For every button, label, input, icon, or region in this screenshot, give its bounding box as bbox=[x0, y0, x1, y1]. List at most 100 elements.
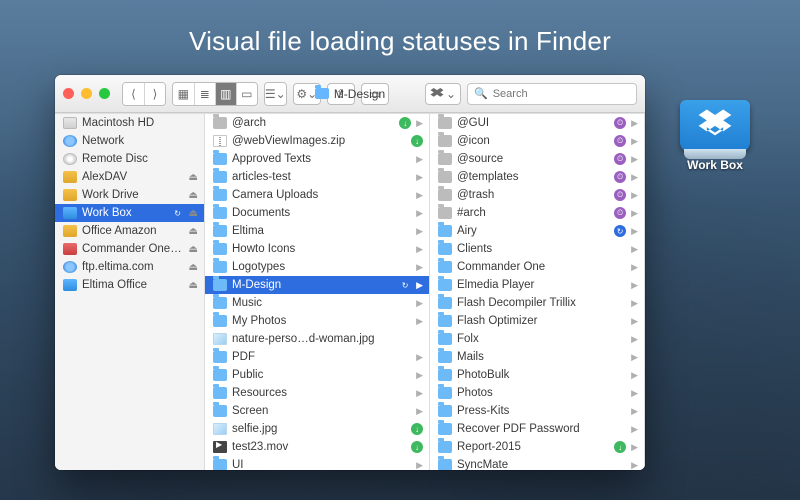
col1-item[interactable]: Eltima ▶ bbox=[205, 222, 429, 240]
view-list[interactable]: ≣ bbox=[194, 83, 215, 105]
search-input[interactable] bbox=[493, 88, 635, 100]
col1-item[interactable]: M-Design ↻ ▶ bbox=[205, 276, 429, 294]
col2-item[interactable]: @icon ⏲ ▶ bbox=[430, 132, 644, 150]
file-column-1: @arch ↓ ▶ @webViewImages.zip ↓ Approved … bbox=[205, 114, 430, 470]
minimize-icon[interactable] bbox=[81, 88, 92, 99]
view-switcher[interactable]: ▦ ≣ ▥ ▭ bbox=[172, 82, 258, 106]
sidebar-item-macintosh-hd[interactable]: Macintosh HD bbox=[55, 114, 204, 132]
col2-item[interactable]: Folx ▶ bbox=[430, 330, 644, 348]
sidebar-item-network[interactable]: Network bbox=[55, 132, 204, 150]
chevron-right-icon: ▶ bbox=[416, 154, 423, 165]
col2-item[interactable]: Mails ▶ bbox=[430, 348, 644, 366]
chevron-right-icon: ▶ bbox=[416, 370, 423, 381]
chevron-right-icon: ▶ bbox=[631, 388, 638, 399]
action-button[interactable]: ⚙⌄ bbox=[293, 83, 321, 105]
col2-item[interactable]: Elmedia Player ▶ bbox=[430, 276, 644, 294]
arrange-button[interactable]: ☰⌄ bbox=[265, 83, 286, 105]
eject-icon[interactable]: ⏏ bbox=[189, 190, 198, 201]
col1-item[interactable]: articles-test ▶ bbox=[205, 168, 429, 186]
col1-item[interactable]: Resources ▶ bbox=[205, 384, 429, 402]
close-icon[interactable] bbox=[63, 88, 74, 99]
sidebar-item-label: Commander One Work bbox=[82, 243, 184, 255]
forward-button[interactable]: ⟩ bbox=[144, 83, 165, 105]
col1-item[interactable]: My Photos ▶ bbox=[205, 312, 429, 330]
view-columns[interactable]: ▥ bbox=[215, 83, 236, 105]
status-badge-pend: ⏲ bbox=[614, 117, 626, 129]
col1-item[interactable]: Howto Icons ▶ bbox=[205, 240, 429, 258]
search-field[interactable]: 🔍 bbox=[467, 83, 637, 105]
eject-icon[interactable]: ⏏ bbox=[189, 208, 198, 219]
col1-item[interactable]: Logotypes ▶ bbox=[205, 258, 429, 276]
sidebar-item-work-drive[interactable]: Work Drive ⏏ bbox=[55, 186, 204, 204]
file-name: Logotypes bbox=[232, 261, 411, 273]
eject-icon[interactable]: ⏏ bbox=[189, 280, 198, 291]
col2-item[interactable]: Airy ↻ ▶ bbox=[430, 222, 644, 240]
col1-item[interactable]: Public ▶ bbox=[205, 366, 429, 384]
col2-item[interactable]: Flash Decompiler Trillix ▶ bbox=[430, 294, 644, 312]
chevron-right-icon: ▶ bbox=[416, 172, 423, 183]
sidebar-item-ftp-eltima-com[interactable]: ftp.eltima.com ⏏ bbox=[55, 258, 204, 276]
status-badge-done: ↓ bbox=[411, 135, 423, 147]
col2-item[interactable]: @GUI ⏲ ▶ bbox=[430, 114, 644, 132]
file-name: @trash bbox=[457, 189, 609, 201]
col1-item[interactable]: Approved Texts ▶ bbox=[205, 150, 429, 168]
eject-icon[interactable]: ⏏ bbox=[189, 244, 198, 255]
folder-icon bbox=[213, 459, 227, 470]
mov-icon bbox=[213, 441, 227, 453]
col2-item[interactable]: Recover PDF Password ▶ bbox=[430, 420, 644, 438]
col1-item[interactable]: test23.mov ↓ bbox=[205, 438, 429, 456]
zoom-icon[interactable] bbox=[99, 88, 110, 99]
file-name: @GUI bbox=[457, 117, 609, 129]
col2-item[interactable]: Commander One ▶ bbox=[430, 258, 644, 276]
col1-item[interactable]: @webViewImages.zip ↓ bbox=[205, 132, 429, 150]
col2-item[interactable]: Clients ▶ bbox=[430, 240, 644, 258]
sidebar-item-alexdav[interactable]: AlexDAV ⏏ bbox=[55, 168, 204, 186]
view-icon-grid[interactable]: ▦ bbox=[173, 83, 194, 105]
col2-item[interactable]: Flash Optimizer ▶ bbox=[430, 312, 644, 330]
file-name: PDF bbox=[232, 351, 411, 363]
folder-icon bbox=[213, 261, 227, 273]
col1-item[interactable]: PDF ▶ bbox=[205, 348, 429, 366]
share-button[interactable]: ⇪ bbox=[327, 83, 355, 105]
col1-item[interactable]: Music ▶ bbox=[205, 294, 429, 312]
col1-item[interactable]: selfie.jpg ↓ bbox=[205, 420, 429, 438]
sidebar-item-remote-disc[interactable]: Remote Disc bbox=[55, 150, 204, 168]
sidebar-item-work-box[interactable]: Work Box ↻ ⏏ bbox=[55, 204, 204, 222]
col1-item[interactable]: UI ▶ bbox=[205, 456, 429, 470]
sidebar-item-eltima-office[interactable]: Eltima Office ⏏ bbox=[55, 276, 204, 294]
file-name: Clients bbox=[457, 243, 626, 255]
sidebar-item-office-amazon[interactable]: Office Amazon ⏏ bbox=[55, 222, 204, 240]
col1-item[interactable]: Documents ▶ bbox=[205, 204, 429, 222]
back-button[interactable]: ⟨ bbox=[123, 83, 144, 105]
col2-item[interactable]: #arch ⏲ ▶ bbox=[430, 204, 644, 222]
file-name: Eltima bbox=[232, 225, 411, 237]
folder-grey-icon bbox=[438, 117, 452, 129]
file-name: Elmedia Player bbox=[457, 279, 626, 291]
col2-item[interactable]: @trash ⏲ ▶ bbox=[430, 186, 644, 204]
col2-item[interactable]: @source ⏲ ▶ bbox=[430, 150, 644, 168]
col2-item[interactable]: SyncMate ▶ bbox=[430, 456, 644, 470]
sidebar-item-commander-one-work[interactable]: Commander One Work ⏏ bbox=[55, 240, 204, 258]
folder-grey-icon bbox=[438, 207, 452, 219]
col1-item[interactable]: nature-perso…d-woman.jpg bbox=[205, 330, 429, 348]
eject-icon[interactable]: ⏏ bbox=[189, 262, 198, 273]
file-name: Airy bbox=[457, 225, 609, 237]
col2-item[interactable]: Press-Kits ▶ bbox=[430, 402, 644, 420]
desktop-drive-workbox[interactable]: Work Box bbox=[675, 100, 755, 172]
nav-back-forward[interactable]: ⟨ ⟩ bbox=[122, 82, 166, 106]
eject-icon[interactable]: ⏏ bbox=[189, 226, 198, 237]
col2-item[interactable]: Report-2015 ↓ ▶ bbox=[430, 438, 644, 456]
arrange-menu[interactable]: ☰⌄ bbox=[264, 82, 287, 106]
col1-item[interactable]: Screen ▶ bbox=[205, 402, 429, 420]
tags-button[interactable]: ▭ bbox=[361, 83, 389, 105]
file-name: selfie.jpg bbox=[232, 423, 406, 435]
col1-item[interactable]: Camera Uploads ▶ bbox=[205, 186, 429, 204]
col2-item[interactable]: Photos ▶ bbox=[430, 384, 644, 402]
file-name: Press-Kits bbox=[457, 405, 626, 417]
view-gallery[interactable]: ▭ bbox=[236, 83, 257, 105]
col1-item[interactable]: @arch ↓ ▶ bbox=[205, 114, 429, 132]
dropbox-menu-button[interactable]: ⌄ bbox=[425, 83, 461, 105]
eject-icon[interactable]: ⏏ bbox=[189, 172, 198, 183]
col2-item[interactable]: PhotoBulk ▶ bbox=[430, 366, 644, 384]
col2-item[interactable]: @templates ⏲ ▶ bbox=[430, 168, 644, 186]
